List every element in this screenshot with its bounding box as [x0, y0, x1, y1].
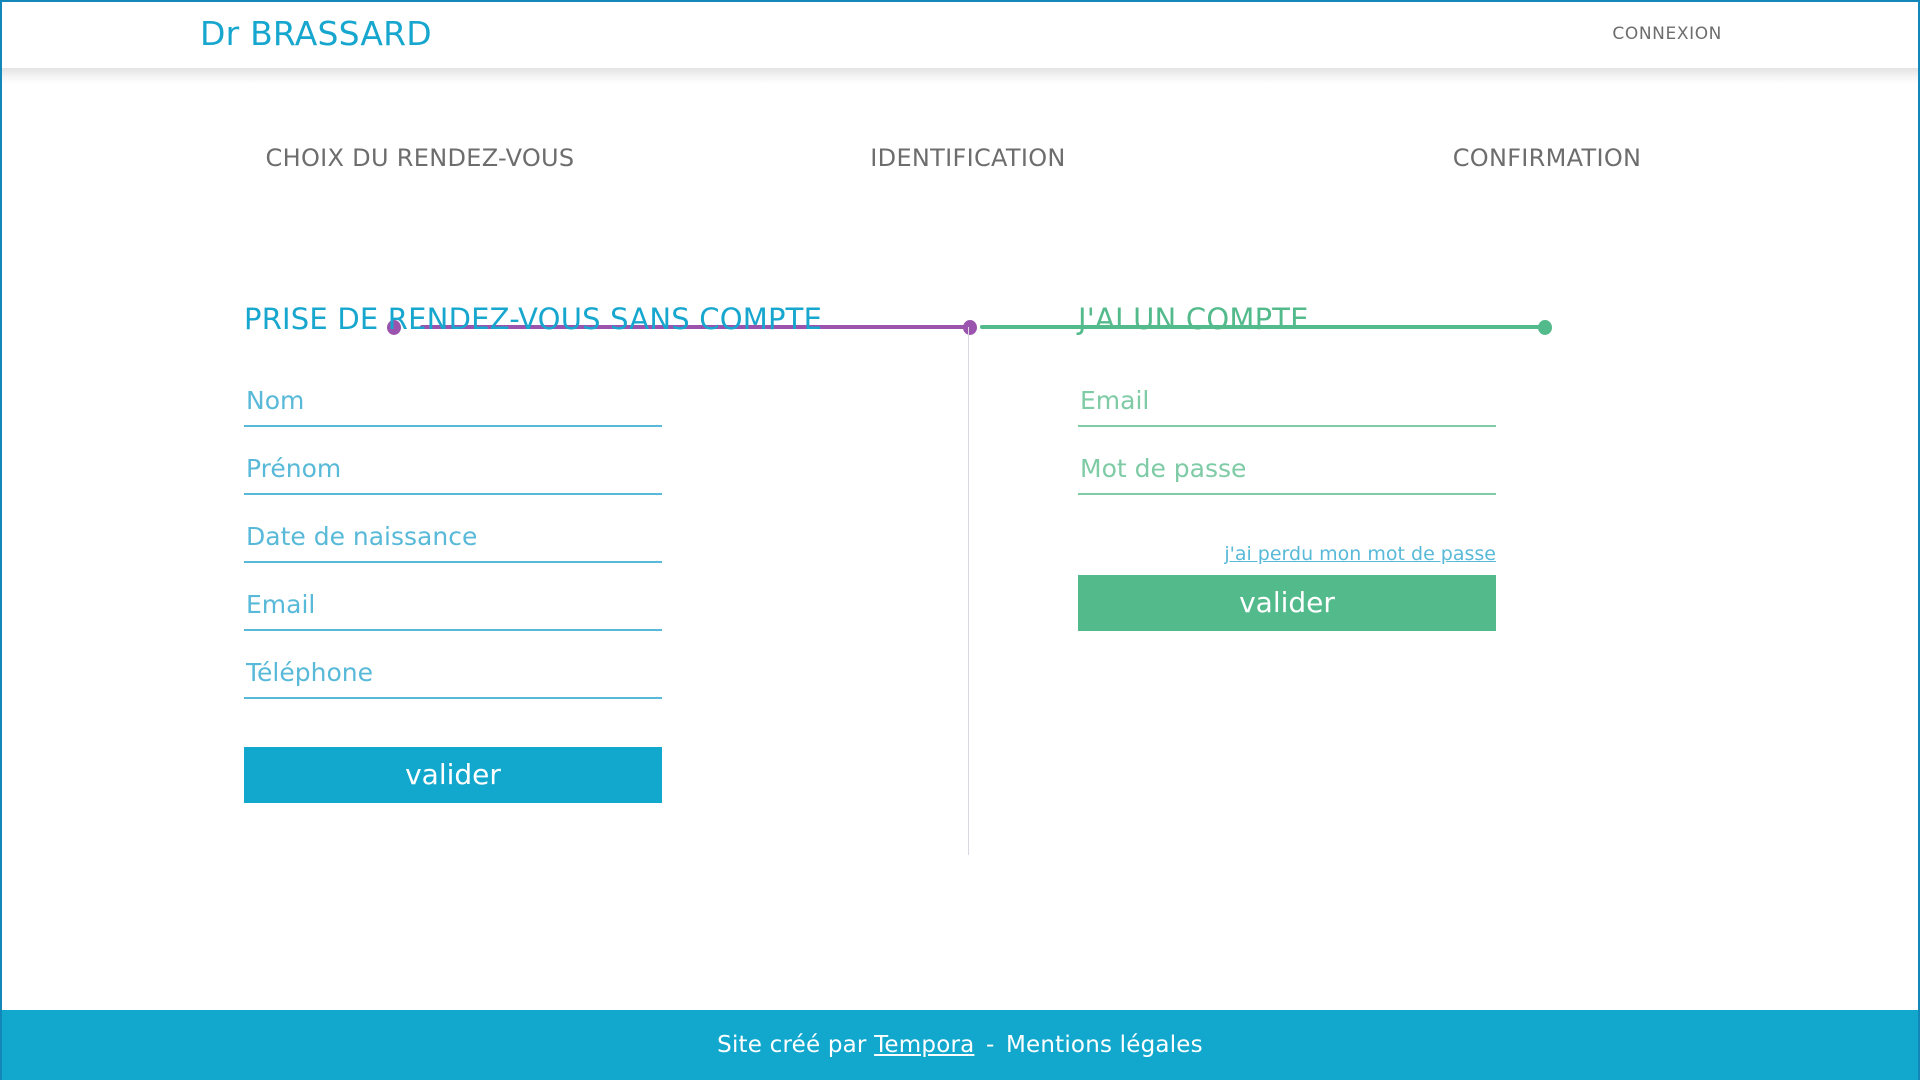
column-divider	[968, 327, 969, 855]
email-input-account[interactable]	[1078, 381, 1496, 427]
email-input-guest[interactable]	[244, 585, 662, 631]
account-login-panel: J'AI UN COMPTE j'ai perdu mon mot de pas…	[1078, 302, 1498, 631]
stepper-label-identification: IDENTIFICATION	[870, 144, 1066, 172]
guest-validate-button[interactable]: valider	[244, 747, 662, 803]
field-email-guest	[244, 585, 662, 653]
account-validate-button[interactable]: valider	[1078, 575, 1496, 631]
progress-stepper: CHOIX DU RENDEZ-VOUS IDENTIFICATION CONF…	[2, 122, 1918, 335]
forgot-password-link[interactable]: j'ai perdu mon mot de passe	[1078, 543, 1496, 565]
account-panel-title: J'AI UN COMPTE	[1078, 302, 1309, 336]
footer-text: Site créé par Tempora - Mentions légales	[717, 1032, 1203, 1058]
field-nom	[244, 381, 662, 449]
main-content: PRISE DE RENDEZ-VOUS SANS COMPTE valider…	[2, 302, 1918, 862]
nom-input[interactable]	[244, 381, 662, 427]
password-input[interactable]	[1078, 449, 1496, 495]
stepper-label-choix-du-rendez-vous: CHOIX DU RENDEZ-VOUS	[265, 144, 575, 172]
footer-separator: -	[985, 1032, 995, 1058]
stepper-label-confirmation: CONFIRMATION	[1452, 144, 1642, 172]
telephone-input[interactable]	[244, 653, 662, 699]
site-footer: Site créé par Tempora - Mentions légales	[2, 1010, 1918, 1080]
header-shadow-divider	[2, 68, 1918, 84]
field-telephone	[244, 653, 662, 721]
login-link[interactable]: CONNEXION	[1612, 24, 1722, 44]
field-date-de-naissance	[244, 517, 662, 585]
guest-panel-title: PRISE DE RENDEZ-VOUS SANS COMPTE	[244, 302, 823, 336]
date-de-naissance-input[interactable]	[244, 517, 662, 563]
tempora-link[interactable]: Tempora	[874, 1032, 974, 1058]
page-root: Dr BRASSARD CONNEXION CHOIX DU RENDEZ-VO…	[0, 0, 1920, 1080]
brand-title: Dr BRASSARD	[200, 14, 432, 53]
field-email-account	[1078, 381, 1496, 449]
footer-prefix: Site créé par	[717, 1032, 867, 1058]
site-header: Dr BRASSARD CONNEXION	[2, 2, 1918, 68]
legal-notice-link[interactable]: Mentions légales	[1006, 1032, 1203, 1058]
guest-booking-panel: PRISE DE RENDEZ-VOUS SANS COMPTE valider	[244, 302, 823, 803]
prenom-input[interactable]	[244, 449, 662, 495]
field-mot-de-passe	[1078, 449, 1496, 517]
field-prenom	[244, 449, 662, 517]
